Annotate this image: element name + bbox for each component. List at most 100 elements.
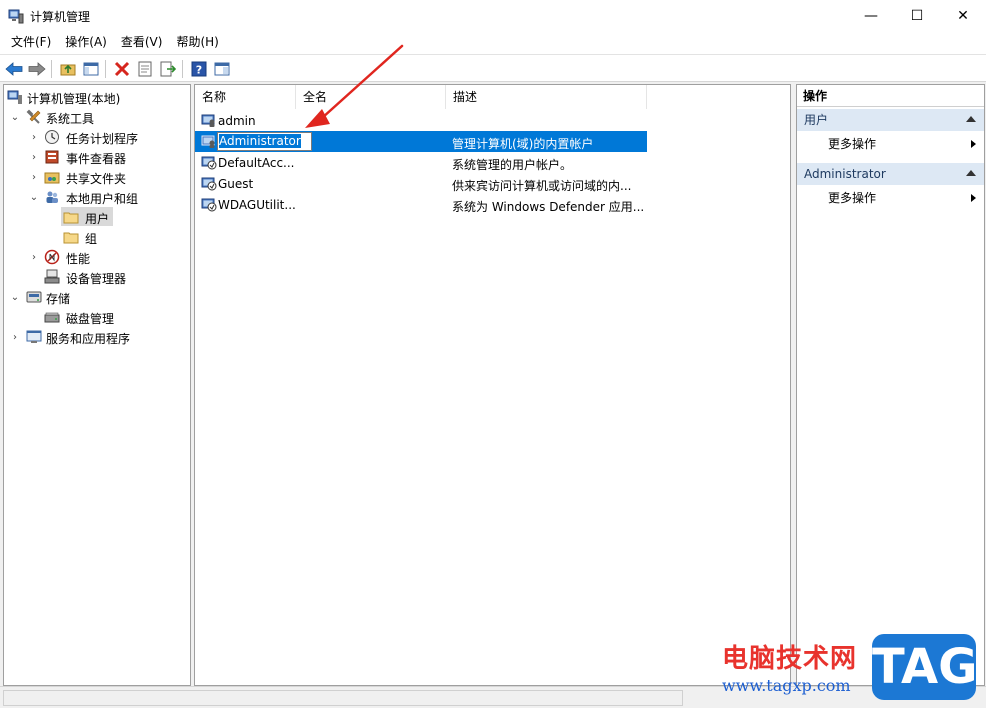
menu-bar: 文件(F) 操作(A) 查看(V) 帮助(H) <box>0 31 986 53</box>
actions-title: 操作 <box>797 85 984 107</box>
navigation-tree[interactable]: 计算机管理(本地) ⌄ 系统工具 › 任务计划程序 › 事件查看器 › 共享文件… <box>3 84 191 686</box>
actions-pane: 操作 用户 更多操作 Administrator 更多操作 <box>796 84 985 686</box>
properties-button[interactable] <box>135 59 155 79</box>
toolbar-separator <box>105 60 106 78</box>
tree-item-storage[interactable]: ⌄ 存储 <box>4 287 190 307</box>
rename-selected-text: Administrator <box>219 134 301 148</box>
list-header: 名称 全名 描述 <box>195 85 790 109</box>
collapse-up-icon[interactable] <box>966 170 976 176</box>
section-label: 用户 <box>804 113 829 127</box>
tree-item-disk-management[interactable]: 磁盘管理 <box>4 307 190 327</box>
submenu-arrow-icon <box>971 194 976 202</box>
forward-icon <box>28 62 46 76</box>
window-title: 计算机管理 <box>30 10 91 24</box>
more-actions-administrator[interactable]: 更多操作 <box>797 188 984 208</box>
tree-item-services-apps[interactable]: › 服务和应用程序 <box>4 327 190 347</box>
close-icon: ✕ <box>957 7 969 24</box>
list-row[interactable]: DefaultAcc... 系统管理的用户帐户。 <box>195 152 647 173</box>
menu-action[interactable]: 操作(A) <box>58 31 114 53</box>
list-row-selected[interactable]: Administrator 管理计算机(域)的内置帐户 <box>195 131 647 152</box>
tree-item-groups[interactable]: 组 <box>4 227 190 247</box>
tree-item-system-tools[interactable]: ⌄ 系统工具 <box>4 107 190 127</box>
rename-input[interactable]: Administrator <box>217 132 312 151</box>
help-button[interactable]: ? <box>189 59 209 79</box>
tree-label: 本地用户和组 <box>66 192 139 206</box>
clock-icon <box>45 130 59 144</box>
computer-management-icon <box>7 90 22 104</box>
back-button[interactable] <box>4 59 24 79</box>
show-hide-action-button[interactable] <box>212 59 232 79</box>
more-actions-users[interactable]: 更多操作 <box>797 134 984 154</box>
chevron-down-icon[interactable]: ⌄ <box>29 187 39 207</box>
storage-icon <box>26 291 42 303</box>
close-button[interactable]: ✕ <box>940 0 986 31</box>
tree-label: 任务计划程序 <box>66 132 139 146</box>
tree-label: 性能 <box>66 252 91 266</box>
show-hide-tree-button[interactable] <box>81 59 101 79</box>
up-folder-icon <box>60 64 76 76</box>
chevron-right-icon[interactable]: › <box>29 127 39 147</box>
tools-icon <box>26 109 41 124</box>
tree-item-shared-folders[interactable]: › 共享文件夹 <box>4 167 190 187</box>
show-hide-tree-icon <box>83 62 99 76</box>
actions-section-users[interactable]: 用户 <box>797 109 984 131</box>
section-label: Administrator <box>804 167 886 181</box>
action-label: 更多操作 <box>828 137 877 151</box>
collapse-up-icon[interactable] <box>966 116 976 122</box>
list-row[interactable]: admin <box>195 110 647 131</box>
tree-item-users[interactable]: 用户 <box>4 207 190 227</box>
export-button[interactable] <box>158 59 178 79</box>
column-name[interactable]: 名称 <box>195 85 296 109</box>
export-icon <box>160 61 176 77</box>
chevron-right-icon[interactable]: › <box>29 147 39 167</box>
disk-icon <box>44 312 60 323</box>
list-row[interactable]: WDAGUtilit... 系统为 Windows Defender 应用... <box>195 194 647 215</box>
tree-label: 系统工具 <box>46 112 95 126</box>
status-cell <box>3 690 683 706</box>
column-description[interactable]: 描述 <box>446 85 647 109</box>
user-icon <box>201 114 215 127</box>
user-description: 系统为 Windows Defender 应用... <box>452 200 645 214</box>
performance-icon <box>44 249 60 265</box>
users-list[interactable]: 名称 全名 描述 admin Administrator 管理计算机(域)的内置… <box>194 84 791 686</box>
user-description: 系统管理的用户帐户。 <box>452 158 573 172</box>
delete-button[interactable] <box>112 59 132 79</box>
menu-file[interactable]: 文件(F) <box>4 31 58 53</box>
watermark-text: 电脑技术网 <box>722 644 858 674</box>
user-name: Guest <box>218 177 254 191</box>
chevron-right-icon[interactable]: › <box>10 327 20 347</box>
menu-view[interactable]: 查看(V) <box>114 31 170 53</box>
up-folder-button[interactable] <box>58 59 78 79</box>
event-log-icon <box>45 150 59 164</box>
chevron-down-icon[interactable]: ⌄ <box>10 107 20 127</box>
chevron-right-icon[interactable]: › <box>29 167 39 187</box>
user-name: WDAGUtilit... <box>218 198 296 212</box>
tree-item-task-scheduler[interactable]: › 任务计划程序 <box>4 127 190 147</box>
properties-icon <box>138 61 152 77</box>
user-name: admin <box>218 114 256 128</box>
maximize-button[interactable]: ☐ <box>894 0 940 31</box>
tree-label: 磁盘管理 <box>66 312 115 326</box>
action-label: 更多操作 <box>828 191 877 205</box>
column-fullname[interactable]: 全名 <box>296 85 446 109</box>
folder-icon <box>63 232 79 244</box>
tree-item-root[interactable]: 计算机管理(本地) <box>4 87 190 107</box>
tree-label: 设备管理器 <box>66 272 127 286</box>
tree-item-local-users-groups[interactable]: ⌄ 本地用户和组 <box>4 187 190 207</box>
chevron-right-icon[interactable]: › <box>29 247 39 267</box>
tree-item-event-viewer[interactable]: › 事件查看器 <box>4 147 190 167</box>
actions-section-administrator[interactable]: Administrator <box>797 163 984 185</box>
tree-item-performance[interactable]: › 性能 <box>4 247 190 267</box>
forward-button[interactable] <box>27 59 47 79</box>
help-icon: ? <box>191 61 207 77</box>
user-disabled-icon <box>201 198 217 212</box>
user-disabled-icon <box>201 177 217 191</box>
tree-label: 共享文件夹 <box>66 172 127 186</box>
folder-icon <box>63 212 79 224</box>
tree-label: 存储 <box>46 292 71 306</box>
list-row[interactable]: Guest 供来宾访问计算机或访问域的内... <box>195 173 647 194</box>
minimize-button[interactable]: — <box>848 0 894 31</box>
menu-help[interactable]: 帮助(H) <box>169 31 225 53</box>
tree-item-device-manager[interactable]: 设备管理器 <box>4 267 190 287</box>
chevron-down-icon[interactable]: ⌄ <box>10 287 20 307</box>
